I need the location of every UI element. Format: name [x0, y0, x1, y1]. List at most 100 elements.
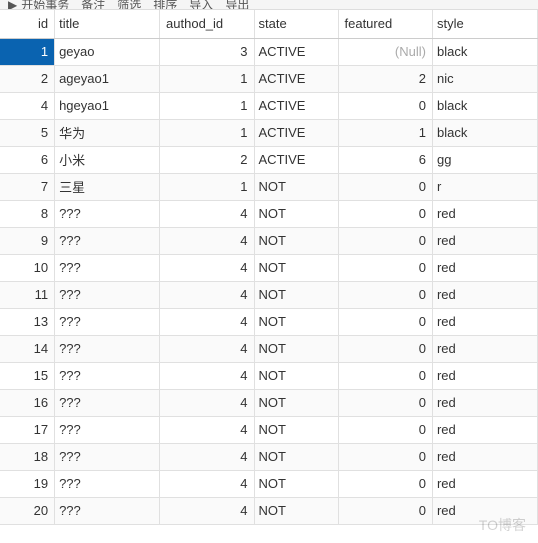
cell-featured[interactable]: 0	[338, 308, 432, 335]
col-header-state[interactable]: state	[254, 10, 338, 38]
cell-featured[interactable]: (Null)	[338, 38, 432, 65]
cell-title[interactable]: ???	[55, 254, 160, 281]
cell-featured[interactable]: 0	[338, 416, 432, 443]
cell-id[interactable]: 19	[0, 470, 55, 497]
cell-id[interactable]: 1	[0, 38, 55, 65]
cell-id[interactable]: 15	[0, 362, 55, 389]
cell-id[interactable]: 14	[0, 335, 55, 362]
cell-style[interactable]: red	[432, 281, 537, 308]
cell-featured[interactable]: 0	[338, 254, 432, 281]
toolbar-filter[interactable]: 筛选	[117, 0, 141, 10]
cell-id[interactable]: 11	[0, 281, 55, 308]
cell-id[interactable]: 17	[0, 416, 55, 443]
cell-featured[interactable]: 0	[338, 281, 432, 308]
col-header-style[interactable]: style	[432, 10, 537, 38]
cell-id[interactable]: 16	[0, 389, 55, 416]
cell-state[interactable]: NOT	[254, 443, 338, 470]
cell-authod-id[interactable]: 1	[160, 119, 254, 146]
cell-title[interactable]: ???	[55, 416, 160, 443]
cell-title[interactable]: ???	[55, 281, 160, 308]
cell-state[interactable]: ACTIVE	[254, 65, 338, 92]
cell-state[interactable]: NOT	[254, 308, 338, 335]
toolbar-export[interactable]: 导出	[225, 0, 249, 10]
table-row[interactable]: 7三星1NOT0r	[0, 173, 538, 200]
cell-title[interactable]: hgeyao1	[55, 92, 160, 119]
cell-state[interactable]: NOT	[254, 470, 338, 497]
col-header-featured[interactable]: featured	[338, 10, 432, 38]
cell-style[interactable]: red	[432, 389, 537, 416]
cell-state[interactable]: NOT	[254, 497, 338, 524]
table-row[interactable]: 2ageyao11ACTIVE2nic	[0, 65, 538, 92]
cell-style[interactable]: red	[432, 416, 537, 443]
cell-state[interactable]: NOT	[254, 389, 338, 416]
cell-authod-id[interactable]: 4	[160, 227, 254, 254]
cell-authod-id[interactable]: 1	[160, 65, 254, 92]
cell-featured[interactable]: 0	[338, 443, 432, 470]
cell-style[interactable]: red	[432, 497, 537, 524]
cell-authod-id[interactable]: 4	[160, 497, 254, 524]
cell-title[interactable]: 小米	[55, 146, 160, 173]
table-row[interactable]: 14???4NOT0red	[0, 335, 538, 362]
table-row[interactable]: 5华为1ACTIVE1black	[0, 119, 538, 146]
cell-featured[interactable]: 0	[338, 362, 432, 389]
cell-style[interactable]: red	[432, 362, 537, 389]
table-row[interactable]: 8???4NOT0red	[0, 200, 538, 227]
cell-style[interactable]: black	[432, 38, 537, 65]
cell-featured[interactable]: 1	[338, 119, 432, 146]
cell-state[interactable]: NOT	[254, 254, 338, 281]
cell-state[interactable]: NOT	[254, 362, 338, 389]
table-row[interactable]: 1geyao3ACTIVE(Null)black	[0, 38, 538, 65]
cell-state[interactable]: ACTIVE	[254, 119, 338, 146]
cell-style[interactable]: red	[432, 254, 537, 281]
cell-featured[interactable]: 6	[338, 146, 432, 173]
cell-id[interactable]: 7	[0, 173, 55, 200]
cell-authod-id[interactable]: 1	[160, 92, 254, 119]
cell-featured[interactable]: 0	[338, 497, 432, 524]
cell-authod-id[interactable]: 4	[160, 443, 254, 470]
cell-state[interactable]: NOT	[254, 416, 338, 443]
cell-style[interactable]: nic	[432, 65, 537, 92]
cell-title[interactable]: geyao	[55, 38, 160, 65]
toolbar-begin-transaction[interactable]: ▶ 开始事务	[8, 0, 69, 10]
cell-state[interactable]: NOT	[254, 281, 338, 308]
cell-id[interactable]: 20	[0, 497, 55, 524]
cell-title[interactable]: ???	[55, 335, 160, 362]
cell-authod-id[interactable]: 4	[160, 416, 254, 443]
toolbar-comment[interactable]: 备注	[81, 0, 105, 10]
cell-authod-id[interactable]: 4	[160, 308, 254, 335]
cell-id[interactable]: 9	[0, 227, 55, 254]
cell-state[interactable]: NOT	[254, 335, 338, 362]
table-row[interactable]: 18???4NOT0red	[0, 443, 538, 470]
cell-style[interactable]: red	[432, 470, 537, 497]
cell-authod-id[interactable]: 4	[160, 200, 254, 227]
cell-title[interactable]: ???	[55, 227, 160, 254]
cell-authod-id[interactable]: 4	[160, 362, 254, 389]
cell-id[interactable]: 2	[0, 65, 55, 92]
cell-authod-id[interactable]: 3	[160, 38, 254, 65]
cell-style[interactable]: red	[432, 335, 537, 362]
cell-style[interactable]: gg	[432, 146, 537, 173]
table-row[interactable]: 9???4NOT0red	[0, 227, 538, 254]
cell-authod-id[interactable]: 4	[160, 335, 254, 362]
table-row[interactable]: 16???4NOT0red	[0, 389, 538, 416]
cell-title[interactable]: ???	[55, 200, 160, 227]
cell-authod-id[interactable]: 4	[160, 281, 254, 308]
cell-state[interactable]: ACTIVE	[254, 38, 338, 65]
cell-title[interactable]: ???	[55, 443, 160, 470]
cell-id[interactable]: 4	[0, 92, 55, 119]
cell-style[interactable]: black	[432, 119, 537, 146]
col-header-id[interactable]: id	[0, 10, 55, 38]
cell-state[interactable]: NOT	[254, 200, 338, 227]
table-row[interactable]: 6小米2ACTIVE6gg	[0, 146, 538, 173]
cell-authod-id[interactable]: 4	[160, 470, 254, 497]
cell-style[interactable]: red	[432, 443, 537, 470]
cell-authod-id[interactable]: 4	[160, 254, 254, 281]
cell-state[interactable]: NOT	[254, 227, 338, 254]
cell-title[interactable]: ???	[55, 362, 160, 389]
cell-title[interactable]: 华为	[55, 119, 160, 146]
cell-id[interactable]: 18	[0, 443, 55, 470]
cell-title[interactable]: ???	[55, 389, 160, 416]
cell-title[interactable]: ageyao1	[55, 65, 160, 92]
table-row[interactable]: 10???4NOT0red	[0, 254, 538, 281]
col-header-authod-id[interactable]: authod_id	[160, 10, 254, 38]
